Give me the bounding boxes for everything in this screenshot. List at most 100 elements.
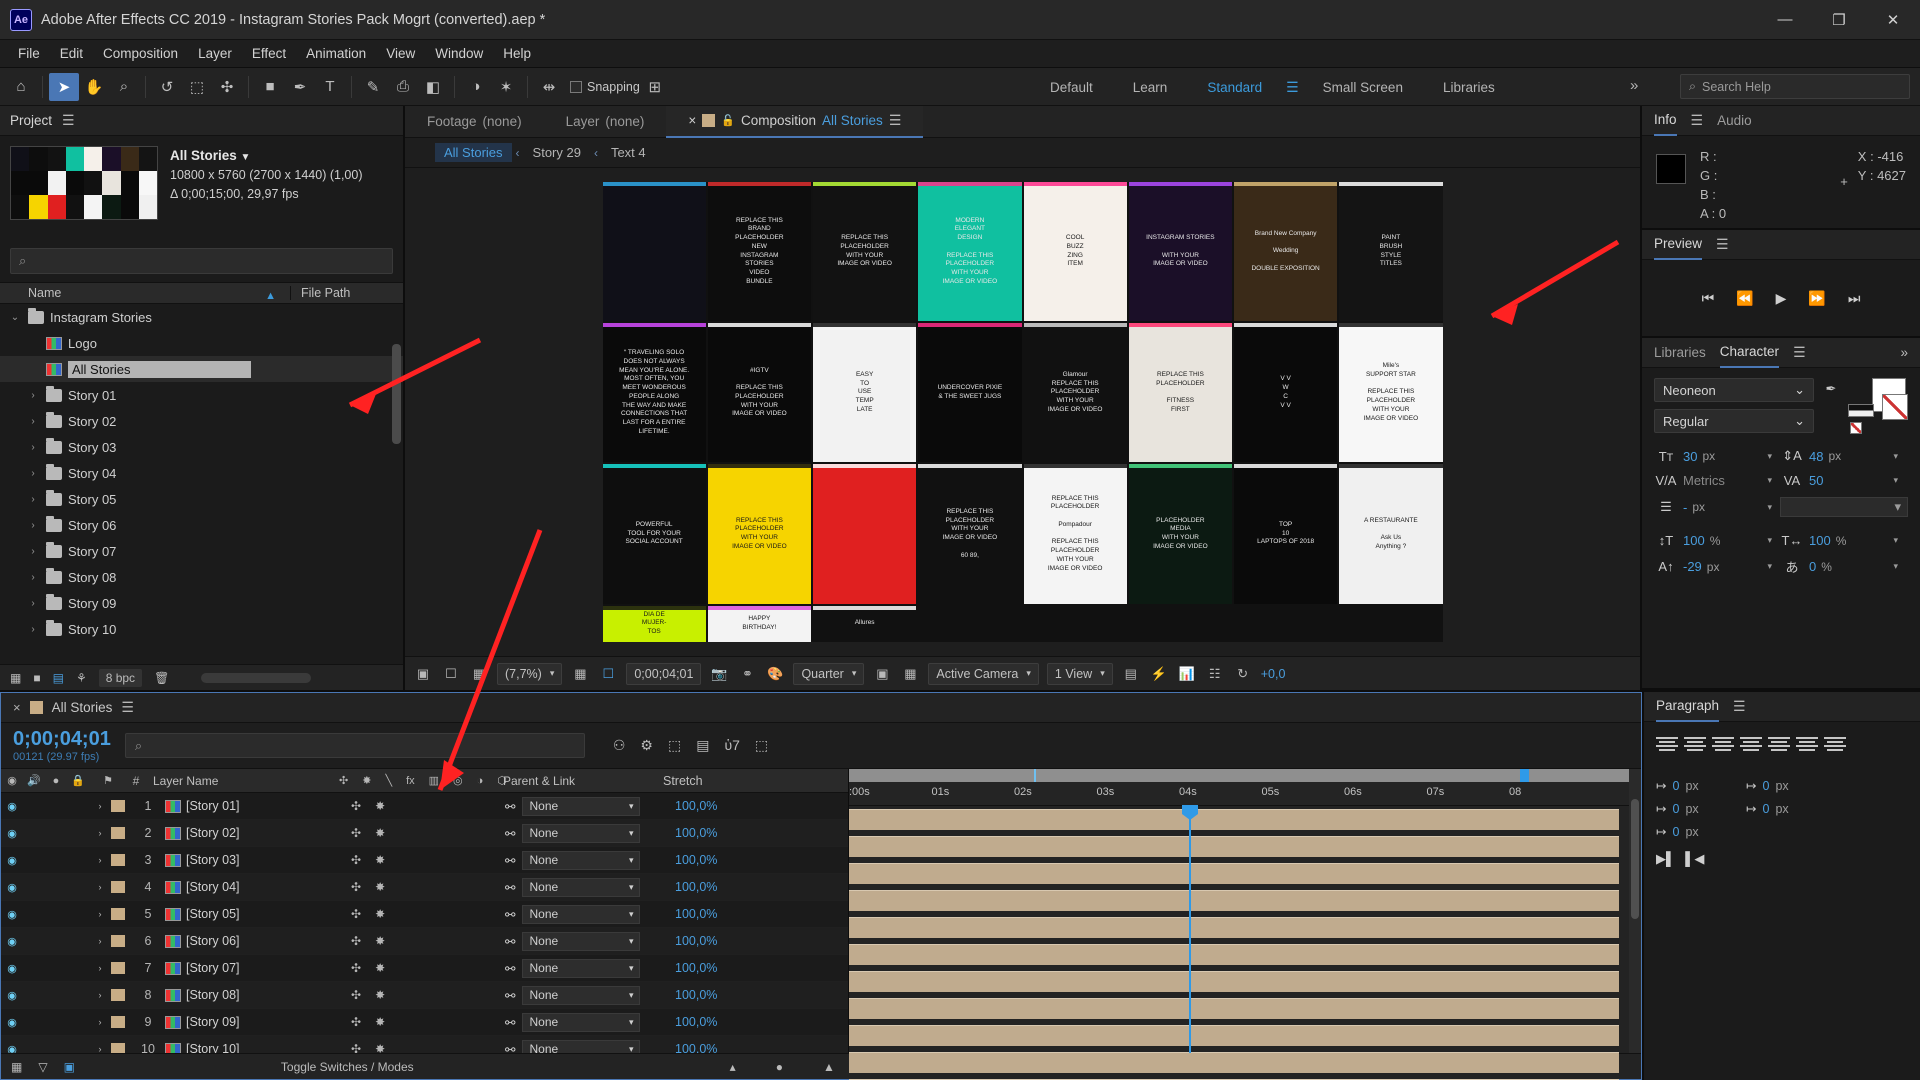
layer-stretch-value[interactable]: 100,0% — [675, 961, 761, 975]
layer-track[interactable] — [849, 860, 1629, 887]
layer-label-swatch[interactable] — [111, 962, 125, 974]
project-item-story-04[interactable]: › Story 04 — [0, 460, 403, 486]
composition-timecode[interactable]: 0;00;04;01 — [626, 662, 702, 685]
collapse-transformations-icon[interactable]: ✣ — [351, 799, 361, 813]
chevron-down-icon[interactable]: ▾ — [1767, 475, 1772, 486]
quality-icon[interactable]: ✸ — [375, 1042, 385, 1053]
layer-duration-bar[interactable] — [849, 809, 1619, 830]
baseline-shift-field[interactable]: A↑ -29 px ▾ — [1654, 559, 1772, 574]
show-snapshot-icon[interactable]: ⚭ — [737, 666, 757, 682]
story-preview-cell[interactable]: Mile's SUPPORT STAR REPLACE THIS PLACEHO… — [1339, 323, 1443, 463]
layer-visibility-icon[interactable]: ◉ — [1, 935, 23, 948]
twirl-icon[interactable]: › — [26, 520, 40, 531]
selection-tool[interactable]: ➤ — [49, 72, 79, 101]
workspace-tab-small-screen[interactable]: Small Screen — [1303, 68, 1423, 106]
layer-stretch-value[interactable]: 100,0% — [675, 799, 761, 813]
layer-duration-bar[interactable] — [849, 917, 1619, 938]
sort-arrow-icon[interactable]: ▲ — [265, 290, 276, 302]
layer-label-swatch[interactable] — [111, 881, 125, 893]
project-color-depth-icon[interactable]: ▤ — [53, 671, 64, 685]
zoom-slider-handle[interactable]: ● — [776, 1060, 783, 1074]
parent-select[interactable]: None ▾ — [522, 985, 641, 1005]
breadcrumb-item-all-stories[interactable]: All Stories — [435, 143, 512, 162]
timeline-layer-row[interactable]: ◉ › 9 [Story 09] ✣ ✸ ⚯ None ▾ 100,0% — [1, 1009, 848, 1036]
vertical-scale-field[interactable]: ↕T 100 % ▾ — [1654, 533, 1772, 548]
tab-audio[interactable]: Audio — [1717, 113, 1752, 128]
graph-editor-icon[interactable]: ▦ — [11, 1060, 22, 1074]
clone-stamp-tool[interactable]: ⎙ — [388, 73, 418, 101]
timeline-draft-3d-icon[interactable]: ⚙ — [640, 737, 653, 754]
paragraph-indent-left-field[interactable]: ↦ 0 px — [1656, 778, 1742, 794]
trash-icon[interactable]: 🗑 — [154, 671, 169, 685]
layer-switches-cell[interactable]: ✣ ✸ — [335, 799, 505, 813]
collapse-transformations-icon[interactable]: ✣ — [351, 853, 361, 867]
layer-visibility-icon[interactable]: ◉ — [1, 827, 23, 840]
menu-item-view[interactable]: View — [376, 42, 425, 65]
camera-tool[interactable]: ⬚ — [182, 73, 212, 101]
twirl-icon[interactable]: › — [26, 598, 40, 609]
project-scrollbar[interactable] — [392, 344, 401, 444]
paragraph-align-button-2[interactable] — [1712, 734, 1734, 754]
chevron-down-icon[interactable]: ▾ — [1893, 561, 1898, 572]
timeline-layer-row[interactable]: ◉ › 3 [Story 03] ✣ ✸ ⚯ None ▾ 100,0% — [1, 847, 848, 874]
horizontal-scale-field[interactable]: T↔ 100 % ▾ — [1780, 533, 1898, 548]
project-item-all-stories[interactable]: All Stories — [0, 356, 403, 382]
layer-name-cell[interactable]: [Story 01] — [165, 799, 335, 813]
layer-switches-cell[interactable]: ✣ ✸ — [335, 880, 505, 894]
project-item-story-08[interactable]: › Story 08 — [0, 564, 403, 590]
parent-pickwhip-icon[interactable]: ⚯ — [505, 961, 515, 976]
hand-tool[interactable]: ✋ — [79, 73, 109, 101]
layer-switches-cell[interactable]: ✣ ✸ — [335, 961, 505, 975]
comp-tab-composition[interactable]: × 🔓 Composition All Stories ☰ — [666, 105, 924, 138]
timeline-layer-row[interactable]: ◉ › 1 [Story 01] ✣ ✸ ⚯ None ▾ 100,0% — [1, 793, 848, 820]
collapse-transformations-icon[interactable]: ✣ — [351, 1015, 361, 1029]
layer-duration-bar[interactable] — [849, 836, 1619, 857]
rotation-tool[interactable]: ↺ — [152, 73, 182, 101]
project-item-story-02[interactable]: › Story 02 — [0, 408, 403, 434]
story-preview-cell[interactable]: “ TRAVELING SOLO DOES NOT ALWAYS MEAN YO… — [602, 323, 706, 463]
workspace-tab-standard[interactable]: Standard — [1187, 68, 1282, 106]
stroke-type-select[interactable]: ▾ — [1780, 497, 1908, 517]
paragraph-ltr-icon[interactable]: ▶▌ — [1656, 851, 1675, 867]
layer-switches-cell[interactable]: ✣ ✸ — [335, 988, 505, 1002]
tab-character[interactable]: Character — [1719, 338, 1780, 368]
project-item-story-07[interactable]: › Story 07 — [0, 538, 403, 564]
story-preview-cell[interactable]: EASY TO USE TEMP LATE — [813, 323, 917, 463]
font-style-select[interactable]: Regular ⌄ — [1654, 409, 1814, 433]
toggle-rulers-icon[interactable]: ▦ — [469, 666, 489, 682]
layer-name-column-header[interactable]: Layer Name — [153, 774, 323, 788]
toggle-switches-modes-button[interactable]: Toggle Switches / Modes — [281, 1060, 414, 1074]
preview-panel-menu-icon[interactable]: ☰ — [1716, 236, 1729, 253]
story-preview-cell[interactable]: Allures — [813, 605, 917, 642]
breadcrumb-item-story-29[interactable]: Story 29 — [524, 143, 590, 162]
layer-track[interactable] — [849, 1049, 1629, 1076]
column-name[interactable]: Name — [28, 286, 61, 300]
workspace-tab-default[interactable]: Default — [1030, 68, 1113, 106]
layer-parent-cell[interactable]: ⚯ None ▾ — [505, 823, 675, 843]
workspace-overflow-icon[interactable]: » — [1630, 77, 1638, 94]
preview-next-frame-button[interactable]: ⏩ — [1808, 290, 1825, 307]
story-preview-cell[interactable]: V V W C V V — [1234, 323, 1338, 463]
twirl-icon[interactable]: › — [26, 546, 40, 557]
layer-track[interactable] — [849, 833, 1629, 860]
roto-brush-tool[interactable]: ◑ — [461, 73, 491, 101]
timeline-layer-row[interactable]: ◉ › 6 [Story 06] ✣ ✸ ⚯ None ▾ 100,0% — [1, 928, 848, 955]
story-preview-cell[interactable]: #IGTV REPLACE THIS PLACEHOLDER WITH YOUR… — [707, 323, 811, 463]
layer-twirl-icon[interactable]: › — [89, 1017, 111, 1027]
paragraph-rtl-icon[interactable]: ▌◀ — [1685, 851, 1704, 867]
layer-parent-cell[interactable]: ⚯ None ▾ — [505, 877, 675, 897]
layer-visibility-icon[interactable]: ◉ — [1, 800, 23, 813]
parent-pickwhip-icon[interactable]: ⚯ — [505, 880, 515, 895]
timeline-search-input[interactable]: ⌕ — [124, 733, 585, 758]
parent-pickwhip-icon[interactable]: ⚯ — [505, 1042, 515, 1054]
collapse-transformations-icon[interactable]: ✣ — [351, 907, 361, 921]
font-family-select[interactable]: Neoneon ⌄ — [1654, 378, 1814, 402]
menu-item-animation[interactable]: Animation — [296, 42, 376, 65]
layer-stretch-value[interactable]: 100,0% — [675, 826, 761, 840]
layer-label-swatch[interactable] — [111, 935, 125, 947]
story-preview-cell[interactable]: REPLACE THIS PLACEHOLDER WITH YOUR IMAGE… — [707, 464, 811, 604]
project-item-story-01[interactable]: › Story 01 — [0, 382, 403, 408]
story-preview-cell[interactable]: Brand New Company Wedding DOUBLE EXPOSIT… — [1234, 182, 1338, 322]
parent-select[interactable]: None ▾ — [522, 958, 641, 978]
timeline-icon[interactable]: 📊 — [1177, 666, 1197, 682]
